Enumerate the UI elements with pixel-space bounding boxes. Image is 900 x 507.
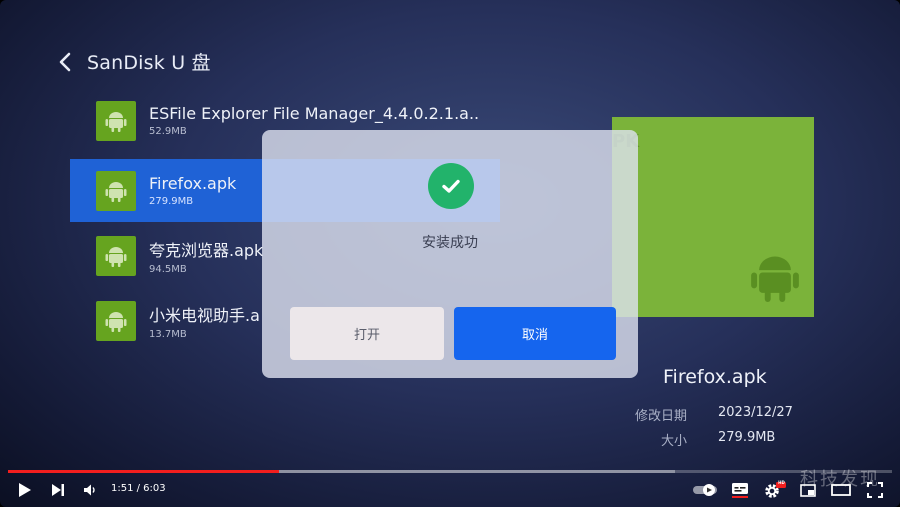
file-size: 13.7MB <box>149 328 187 340</box>
dialog-message: 安装成功 <box>422 235 478 251</box>
back-chevron-icon[interactable] <box>55 50 77 74</box>
apk-preview-card: PK <box>612 117 814 317</box>
play-icon[interactable] <box>16 478 34 502</box>
page-title: SanDisk U 盘 <box>87 52 211 74</box>
video-progress-bar[interactable] <box>8 470 892 473</box>
file-size: 279.9MB <box>149 196 194 207</box>
player-controls: 1:51 / 6:03 HD <box>0 478 900 502</box>
apk-file-icon <box>96 235 136 276</box>
settings-gear-icon[interactable]: HD <box>763 478 787 502</box>
android-icon <box>105 311 127 332</box>
android-icon <box>105 181 127 202</box>
played-bar <box>8 470 279 473</box>
check-circle-icon <box>428 163 474 209</box>
autoplay-toggle-icon[interactable] <box>692 478 718 502</box>
hd-badge: HD <box>778 480 785 485</box>
modified-date-label: 修改日期 <box>634 409 687 424</box>
file-name: ESFile Explorer File Manager_4.4.0.2.1.a… <box>149 104 480 123</box>
tv-screen: SanDisk U 盘 ESFile Explorer File Manager… <box>0 0 900 507</box>
info-file-name: Firefox.apk <box>663 366 767 388</box>
fullscreen-icon[interactable] <box>866 478 884 502</box>
install-success-dialog: 安装成功 打开 取消 <box>262 130 638 378</box>
open-button[interactable]: 打开 <box>290 307 444 360</box>
volume-icon[interactable] <box>81 478 99 502</box>
apk-file-icon <box>96 100 136 141</box>
header: SanDisk U 盘 <box>55 48 211 75</box>
apk-file-icon <box>96 300 136 341</box>
next-icon[interactable] <box>49 478 67 502</box>
size-label: 大小 <box>660 434 687 449</box>
file-name: 夸克浏览器.apk <box>149 240 264 260</box>
android-icon <box>751 256 799 302</box>
miniplayer-icon[interactable] <box>799 478 817 502</box>
subtitles-icon[interactable] <box>730 478 750 502</box>
size-value: 279.9MB <box>718 430 776 445</box>
android-icon <box>105 246 127 267</box>
android-icon <box>105 111 127 132</box>
file-name: Firefox.apk <box>149 174 237 193</box>
apk-file-icon <box>96 170 136 211</box>
file-size: 94.5MB <box>149 263 187 275</box>
modified-date-value: 2023/12/27 <box>718 405 793 420</box>
file-name: 小米电视助手.a <box>149 305 260 325</box>
theater-mode-icon[interactable] <box>831 478 851 502</box>
cancel-button[interactable]: 取消 <box>454 307 616 360</box>
time-display: 1:51 / 6:03 <box>111 483 166 494</box>
